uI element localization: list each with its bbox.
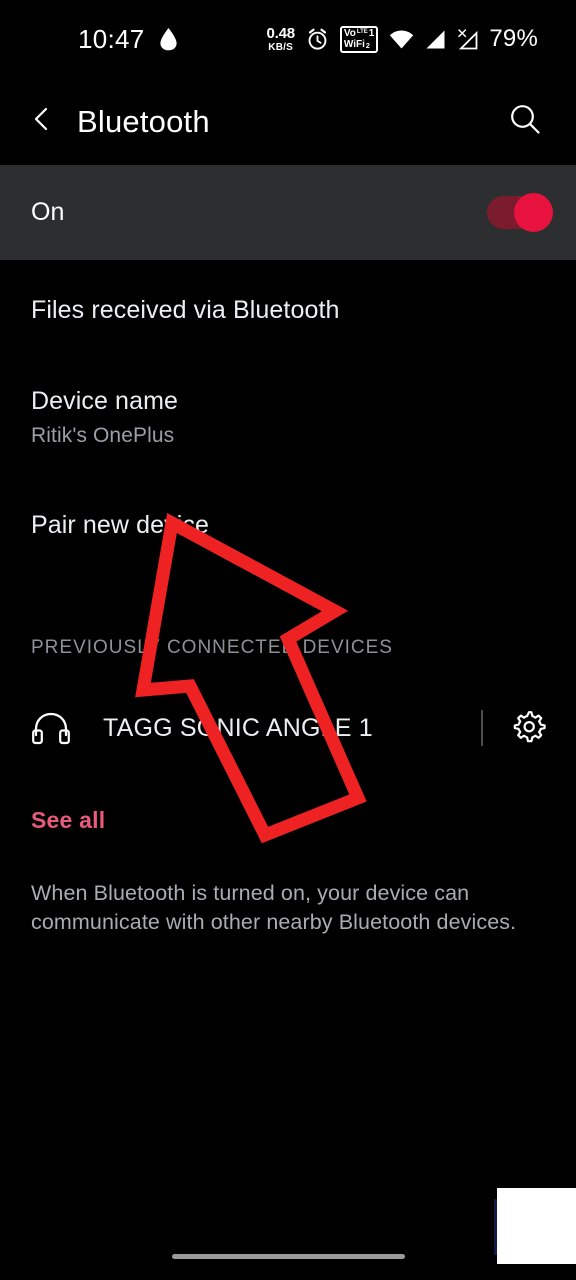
device-settings-button[interactable]	[509, 708, 549, 748]
device-name-text: TAGG SONIC ANGLE 1	[103, 713, 373, 742]
volte-label: Vo	[343, 27, 356, 39]
files-received-label: Files received via Bluetooth	[31, 296, 340, 324]
signal-no-service-icon	[457, 28, 478, 50]
vowifi-label: WiFi	[343, 38, 365, 50]
network-speed-unit: KB/S	[268, 41, 293, 53]
navigation-bar	[0, 1232, 576, 1280]
pair-new-device-label: Pair new device	[31, 511, 209, 539]
volte-sup: LTE	[356, 28, 368, 35]
see-all-link[interactable]: See all	[0, 807, 576, 834]
row-files-received[interactable]: Files received via Bluetooth	[0, 260, 576, 325]
page-title: Bluetooth	[77, 103, 210, 139]
device-row[interactable]: TAGG SONIC ANGLE 1	[0, 697, 576, 759]
bluetooth-toggle-row[interactable]: On	[0, 165, 576, 260]
water-drop-icon	[159, 27, 178, 51]
status-clock: 10:47	[78, 23, 145, 54]
status-bar-left: 10:47	[78, 24, 178, 55]
row-device-name[interactable]: Device name Ritik's OnePlus	[0, 325, 576, 448]
bluetooth-footnote: When Bluetooth is turned on, your device…	[31, 881, 517, 935]
network-speed-indicator: 0.48 KB/S	[266, 24, 295, 53]
wifi-icon	[389, 29, 414, 50]
back-button[interactable]	[25, 105, 59, 139]
gesture-nav-pill[interactable]	[171, 1253, 405, 1259]
gear-icon	[511, 708, 547, 749]
headphones-icon	[31, 711, 75, 745]
status-bar: 10:47 0.48 KB/S Vo LTE 1 WiFi 2 79%	[0, 0, 576, 78]
app-bar: Bluetooth	[0, 78, 576, 165]
status-bar-right: 0.48 KB/S Vo LTE 1 WiFi 2 79%	[266, 25, 538, 53]
bluetooth-toggle-label: On	[31, 198, 65, 226]
bluetooth-toggle-switch[interactable]	[487, 193, 553, 232]
volte-sim: 1	[368, 27, 375, 39]
volte-row: Vo LTE 1	[343, 27, 375, 39]
vowifi-row: WiFi 2	[343, 38, 375, 50]
battery-percentage: 79%	[489, 25, 538, 52]
search-button[interactable]	[504, 101, 546, 143]
section-header-previously-connected: PREVIOUSLY CONNECTED DEVICES	[31, 637, 393, 658]
switch-thumb	[514, 193, 553, 232]
back-chevron-icon	[28, 105, 56, 138]
device-row-divider	[481, 710, 483, 746]
signal-bars-icon	[425, 29, 446, 50]
phone-screen: 10:47 0.48 KB/S Vo LTE 1 WiFi 2 79% Blue…	[0, 0, 576, 1280]
settings-list: Files received via Bluetooth Device name…	[0, 260, 576, 937]
device-name-value: Ritik's OnePlus	[31, 424, 175, 447]
network-speed-value: 0.48	[266, 24, 295, 42]
row-pair-new-device[interactable]: Pair new device	[0, 448, 576, 540]
vowifi-sim: 2	[365, 42, 370, 50]
device-name-label: Device name	[31, 387, 178, 415]
alarm-clock-icon	[306, 28, 329, 51]
search-icon	[508, 102, 542, 141]
vowifi-icon: Vo LTE 1 WiFi 2	[339, 25, 379, 53]
